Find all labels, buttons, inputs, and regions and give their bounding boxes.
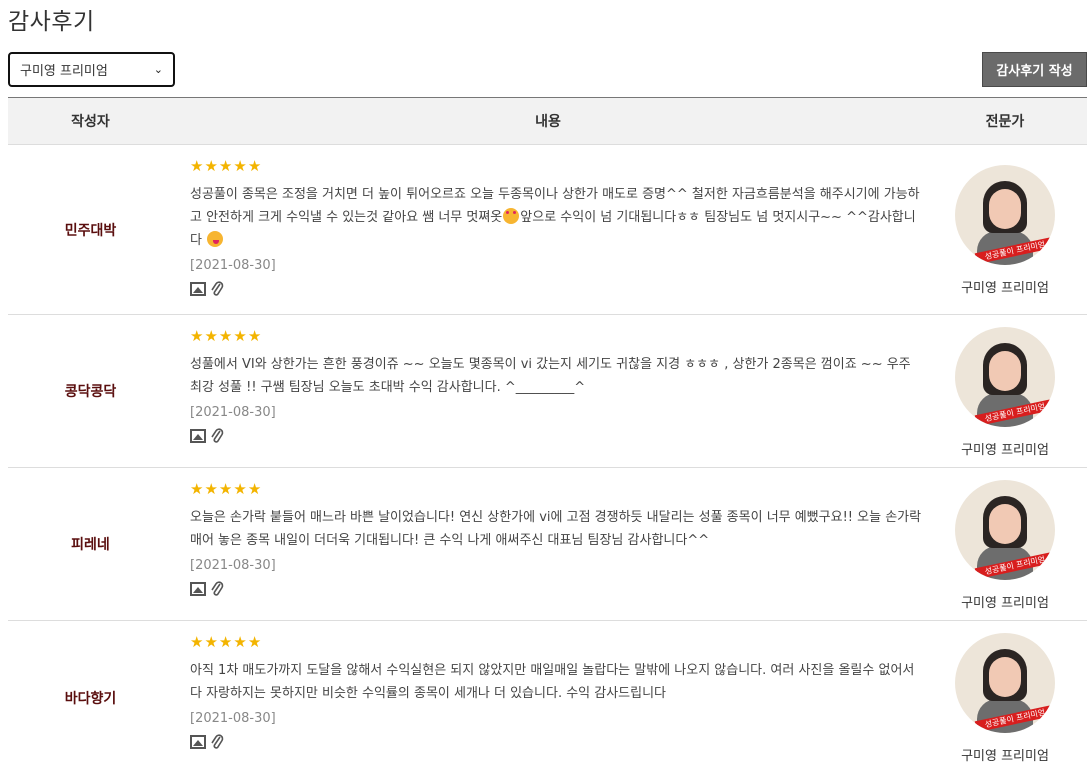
review-content: ★★★★★ 성공풀이 종목은 조정을 거치면 더 높이 튀어오르죠 오늘 두종목… bbox=[173, 145, 923, 314]
page-title: 감사후기 bbox=[8, 9, 95, 35]
review-author: 민주대박 bbox=[64, 222, 117, 239]
smiling-face-with-hearts-icon bbox=[503, 208, 520, 224]
star-icon: ★ bbox=[190, 327, 205, 345]
star-icon: ★ bbox=[190, 480, 205, 498]
write-review-button[interactable]: 감사후기 작성 bbox=[982, 52, 1087, 87]
star-icon: ★ bbox=[218, 157, 234, 175]
star-icon: ★ bbox=[247, 480, 263, 498]
star-icon: ★ bbox=[204, 157, 219, 175]
review-date: [2021-08-30] bbox=[190, 405, 276, 420]
review-author: 피레네 bbox=[71, 537, 110, 553]
review-text: 성풀에서 VI와 상한가는 흔한 풍경이쥬 ~~ 오늘도 몇종목이 vi 갔는지… bbox=[190, 357, 911, 395]
rating-stars: ★★★★★ bbox=[190, 157, 923, 175]
paperclip-icon[interactable] bbox=[210, 580, 224, 598]
star-icon: ★ bbox=[233, 633, 248, 651]
star-icon: ★ bbox=[247, 633, 263, 651]
star-icon: ★ bbox=[204, 327, 219, 345]
star-icon: ★ bbox=[190, 633, 205, 651]
review-author: 바다향기 bbox=[64, 690, 117, 707]
expert-name: 구미영 프리미엄 bbox=[961, 281, 1049, 296]
expert-name: 구미영 프리미엄 bbox=[961, 749, 1049, 764]
rating-stars: ★★★★★ bbox=[190, 633, 923, 651]
review-date: [2021-08-30] bbox=[190, 711, 276, 726]
paperclip-icon[interactable] bbox=[210, 280, 224, 298]
review-date: [2021-08-30] bbox=[190, 558, 276, 573]
star-icon: ★ bbox=[218, 480, 234, 498]
review-author: 콩닥콩닥 bbox=[64, 384, 117, 400]
image-icon[interactable] bbox=[190, 582, 206, 596]
expert-cell: 성공풀이 프리미엄 구미영 프리미엄 bbox=[923, 621, 1087, 774]
star-icon: ★ bbox=[218, 327, 234, 345]
expert-name: 구미영 프리미엄 bbox=[961, 443, 1049, 458]
review-date: [2021-08-30] bbox=[190, 258, 276, 273]
rating-stars: ★★★★★ bbox=[190, 327, 923, 345]
review-text: 성공풀이 종목은 조정을 거치면 더 높이 튀어오르죠 오늘 두종목이나 상한가… bbox=[190, 183, 922, 252]
star-icon: ★ bbox=[190, 157, 205, 175]
star-icon: ★ bbox=[233, 480, 248, 498]
review-table: 작성자 내용 전문가 민주대박 ★★★★★ 성공풀이 종목은 조정을 거치면 더… bbox=[8, 97, 1087, 774]
expert-cell: 성공풀이 프리미엄 구미영 프리미엄 bbox=[923, 145, 1087, 314]
attachments bbox=[190, 732, 923, 752]
paperclip-icon[interactable] bbox=[210, 733, 224, 751]
star-icon: ★ bbox=[247, 327, 263, 345]
chevron-down-icon: ⌄ bbox=[153, 63, 163, 76]
header-expert: 전문가 bbox=[985, 114, 1025, 130]
star-icon: ★ bbox=[247, 157, 263, 175]
expert-avatar: 성공풀이 프리미엄 bbox=[955, 633, 1055, 733]
yum-face-icon bbox=[207, 231, 224, 247]
attachments bbox=[190, 579, 923, 599]
rating-stars: ★★★★★ bbox=[190, 480, 923, 498]
table-header: 작성자 내용 전문가 bbox=[8, 97, 1087, 145]
star-icon: ★ bbox=[204, 480, 219, 498]
star-icon: ★ bbox=[233, 157, 248, 175]
expert-cell: 성공풀이 프리미엄 구미영 프리미엄 bbox=[923, 468, 1087, 620]
expert-avatar: 성공풀이 프리미엄 bbox=[955, 480, 1055, 580]
table-row[interactable]: 피레네 ★★★★★ 오늘은 손가락 붙들어 매느라 바쁜 날이었습니다! 연신 … bbox=[8, 468, 1087, 621]
attachments bbox=[190, 279, 923, 299]
image-icon[interactable] bbox=[190, 735, 206, 749]
expert-avatar: 성공풀이 프리미엄 bbox=[955, 327, 1055, 427]
review-content: ★★★★★ 오늘은 손가락 붙들어 매느라 바쁜 날이었습니다! 연신 상한가에… bbox=[173, 468, 923, 620]
review-content: ★★★★★ 성풀에서 VI와 상한가는 흔한 풍경이쥬 ~~ 오늘도 몇종목이 … bbox=[173, 315, 923, 467]
expert-select[interactable]: 구미영 프리미엄 ⌄ bbox=[8, 52, 175, 87]
attachments bbox=[190, 426, 923, 446]
star-icon: ★ bbox=[204, 633, 219, 651]
table-row[interactable]: 바다향기 ★★★★★ 아직 1차 매도가까지 도달을 않해서 수익실현은 되지 … bbox=[8, 621, 1087, 774]
review-text: 오늘은 손가락 붙들어 매느라 바쁜 날이었습니다! 연신 상한가에 vi에 고… bbox=[190, 510, 922, 548]
expert-select-value: 구미영 프리미엄 bbox=[20, 64, 108, 79]
table-row[interactable]: 민주대박 ★★★★★ 성공풀이 종목은 조정을 거치면 더 높이 튀어오르죠 오… bbox=[8, 145, 1087, 315]
header-content: 내용 bbox=[535, 114, 561, 130]
image-icon[interactable] bbox=[190, 282, 206, 296]
expert-name: 구미영 프리미엄 bbox=[961, 596, 1049, 611]
review-content: ★★★★★ 아직 1차 매도가까지 도달을 않해서 수익실현은 되지 않았지만 … bbox=[173, 621, 923, 774]
image-icon[interactable] bbox=[190, 429, 206, 443]
expert-cell: 성공풀이 프리미엄 구미영 프리미엄 bbox=[923, 315, 1087, 467]
review-text: 아직 1차 매도가까지 도달을 않해서 수익실현은 되지 않았지만 매일매일 놀… bbox=[190, 663, 915, 701]
paperclip-icon[interactable] bbox=[210, 427, 224, 445]
expert-avatar: 성공풀이 프리미엄 bbox=[955, 165, 1055, 265]
header-author: 작성자 bbox=[71, 114, 110, 130]
table-row[interactable]: 콩닥콩닥 ★★★★★ 성풀에서 VI와 상한가는 흔한 풍경이쥬 ~~ 오늘도 … bbox=[8, 315, 1087, 468]
star-icon: ★ bbox=[218, 633, 234, 651]
star-icon: ★ bbox=[233, 327, 248, 345]
